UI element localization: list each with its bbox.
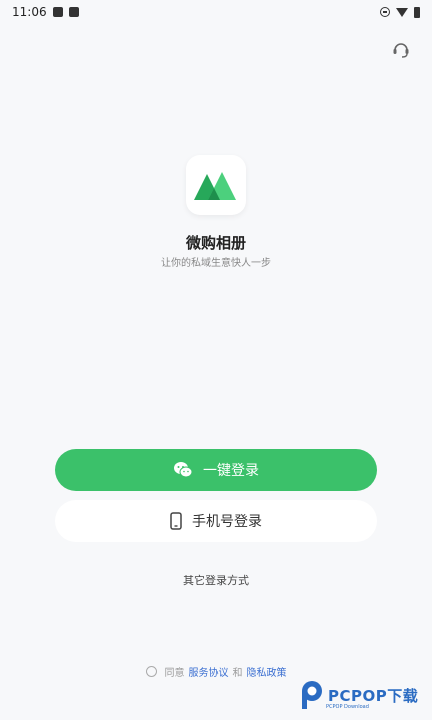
other-login-link[interactable]: 其它登录方式: [0, 572, 432, 588]
agreement-row: 同意 服务协议 和 隐私政策: [0, 664, 432, 679]
status-bar: 11:06: [0, 0, 432, 24]
phone-login-button[interactable]: 手机号登录: [55, 500, 377, 542]
wechat-login-button[interactable]: 一键登录: [55, 449, 377, 491]
phone-icon: [170, 512, 182, 530]
app-name: 微购相册: [185, 234, 246, 252]
wechat-login-label: 一键登录: [203, 463, 259, 479]
app-logo: [186, 155, 246, 215]
service-agreement-link[interactable]: 服务协议: [189, 664, 229, 679]
status-time: 11:06: [12, 5, 47, 19]
battery-icon: [414, 6, 420, 18]
privacy-policy-link[interactable]: 隐私政策: [247, 664, 287, 679]
agreement-checkbox[interactable]: [145, 666, 157, 677]
pcpop-logo-icon: [302, 681, 322, 709]
customer-service-icon[interactable]: [390, 38, 412, 60]
watermark-subtext: PCPOP Download: [326, 704, 369, 710]
phone-login-label: 手机号登录: [192, 514, 262, 530]
wechat-icon: [174, 462, 193, 478]
agreement-prefix: 同意: [164, 668, 185, 679]
watermark-text: PCPOP下载: [328, 686, 419, 705]
mountain-logo-icon: [194, 172, 236, 200]
image-notification-icon: [52, 7, 63, 17]
wifi-icon: [396, 7, 408, 17]
agreement-and: 和: [232, 668, 243, 679]
status-right: [380, 6, 420, 18]
app-slogan: 让你的私域生意快人一步: [161, 258, 271, 269]
app-notification-icon: [68, 7, 79, 17]
watermark: PCPOP下载 PCPOP Download: [300, 680, 418, 710]
status-left: 11:06: [12, 5, 79, 19]
do-not-disturb-icon: [380, 7, 390, 17]
